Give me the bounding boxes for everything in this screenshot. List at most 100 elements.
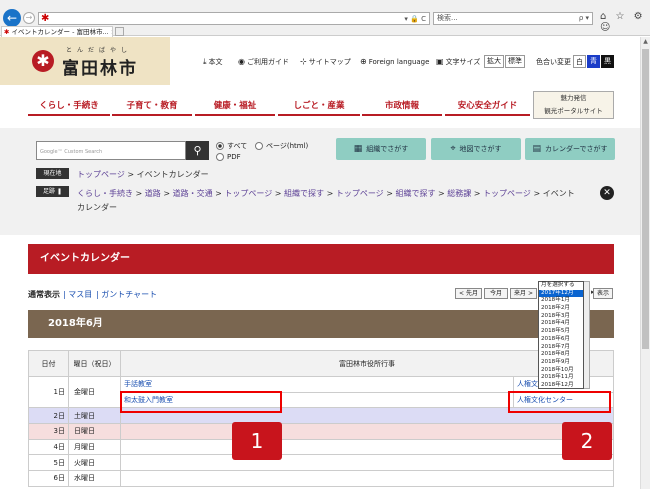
weekday-cell: 水曜日 [68, 470, 121, 487]
color-black-button[interactable]: 黒 [601, 55, 614, 68]
header-link-main[interactable]: ⤓ 本文 [203, 57, 223, 67]
event-cell [120, 423, 614, 440]
table-row: 4日 月曜日 [28, 438, 614, 456]
site-search-input[interactable]: Google™ Custom Search [36, 141, 186, 160]
month-option[interactable]: 2018年11月 [539, 374, 583, 382]
month-option[interactable]: 月を選択する [539, 282, 583, 290]
color-change-label: 色合い変更 [536, 58, 571, 66]
history-link[interactable]: トップページ [483, 189, 531, 198]
radio-page[interactable]: ページ(html) [255, 141, 308, 151]
show-button[interactable]: 表示 [593, 288, 613, 299]
breadcrumb-current: イベントカレンダー [136, 170, 209, 179]
event-link[interactable]: 手話教室 [124, 380, 152, 388]
breadcrumb-link[interactable]: トップページ [77, 170, 125, 179]
search-icon: ⚲ [193, 144, 202, 157]
next-month-button[interactable]: 来月 > [510, 288, 537, 299]
search-by-org-button[interactable]: ▦ 組織でさがす [336, 138, 426, 160]
month-option[interactable]: 2018年12月 [539, 382, 583, 390]
map-pin-icon: ⌖ [450, 144, 456, 154]
history-current: イベント [542, 189, 575, 198]
address-controls[interactable]: ▾ 🔒 C [404, 13, 426, 25]
search-by-calendar-button[interactable]: ▤ カレンダーでさがす [525, 138, 615, 160]
tab-close-icon[interactable]: × [111, 28, 112, 36]
this-month-button[interactable]: 今月 [484, 288, 508, 299]
scroll-up-icon[interactable]: ▲ [641, 37, 650, 46]
view-gantt-link[interactable]: | ガントチャート [96, 289, 157, 300]
color-blue-button[interactable]: 青 [587, 55, 600, 68]
history-link[interactable]: トップページ [336, 189, 384, 198]
header-link-sitemap[interactable]: ⊹ サイトマップ [300, 57, 351, 67]
month-option[interactable]: 2018年4月 [539, 320, 583, 328]
back-button[interactable]: ← [3, 9, 21, 27]
radio-dot [255, 142, 263, 150]
building-icon: ▦ [353, 144, 363, 154]
text-size-standard-button[interactable]: 標準 [505, 55, 525, 68]
page-scrollbar[interactable]: ▲ [640, 37, 650, 489]
highlight-box-2 [508, 391, 611, 413]
table-row: 1日 金曜日 手話教室 人権文化センター [28, 375, 614, 409]
text-size-larger-button[interactable]: 拡大 [484, 55, 504, 68]
nav-childcare[interactable]: 子育て・教育 [112, 96, 192, 116]
search-by-map-button[interactable]: ⌖ 地図でさがす [431, 138, 521, 160]
search-button[interactable]: ⚲ [186, 141, 209, 160]
header-link-foreign[interactable]: ⊕ Foreign language [360, 57, 429, 66]
month-option[interactable]: 2018年2月 [539, 305, 583, 313]
month-option[interactable]: 2018年1月 [539, 297, 583, 305]
table-header-row: 日付 曜日（祝日） 富田林市役所行事 [28, 350, 614, 377]
col-header-weekday: 曜日（祝日） [68, 350, 121, 377]
annotation-badge-1: 1 [232, 422, 282, 460]
dropdown-scrollbar[interactable] [584, 281, 590, 389]
history-link[interactable]: 組織で探す [395, 189, 435, 198]
tourism-portal-banner[interactable]: 魅力発信 観光ポータルサイト [533, 91, 614, 119]
date-cell: 4日 [28, 438, 69, 456]
color-white-button[interactable]: 白 [573, 55, 586, 68]
close-icon[interactable]: ✕ [600, 186, 614, 200]
event-cell [120, 454, 614, 472]
search-controls[interactable]: ρ ▾ [579, 13, 589, 24]
scrollbar-thumb[interactable] [642, 49, 649, 349]
browser-tab[interactable]: ✱ イベントカレンダー - 富田林市... × [1, 26, 113, 37]
month-option[interactable]: 2018年6月 [539, 336, 583, 344]
nav-city-info[interactable]: 市政情報 [362, 96, 442, 116]
history-link[interactable]: 道路・交通 [173, 189, 213, 198]
forward-button[interactable]: → [23, 12, 35, 24]
address-bar[interactable]: ✱ ▾ 🔒 C [38, 12, 430, 25]
month-option[interactable]: 2018年9月 [539, 359, 583, 367]
page-title: イベントカレンダー [28, 244, 614, 274]
radio-dot [216, 142, 224, 150]
radio-all[interactable]: すべて [216, 141, 247, 151]
month-select-dropdown[interactable]: 月を選択する 2017年12月 2018年1月 2018年2月 2018年3月 … [538, 281, 584, 389]
breadcrumb-history: くらし・手続き > 道路 > 道路・交通 > トップページ > 組織で探す > … [77, 189, 575, 212]
history-link[interactable]: 組織で探す [284, 189, 324, 198]
month-heading: 2018年6月 [28, 310, 614, 338]
browser-search-input[interactable]: 検索... ρ ▾ [433, 12, 593, 25]
breadcrumb-history-label: 足跡 ❚ [36, 186, 69, 197]
date-cell: 1日 [28, 375, 69, 409]
site-favicon-icon: ✱ [41, 13, 50, 24]
banner-line1: 魅力発信 [560, 94, 587, 102]
nav-safety[interactable]: 安心安全ガイド [445, 96, 530, 116]
header-link-guide[interactable]: ◉ ご利用ガイド [238, 57, 289, 67]
weekday-cell: 土曜日 [68, 407, 121, 425]
browser-search-placeholder: 検索... [437, 14, 458, 22]
history-link[interactable]: くらし・手続き [77, 189, 133, 198]
new-tab-button[interactable] [115, 27, 124, 36]
nav-work[interactable]: しごと・産業 [278, 96, 360, 116]
history-current-tail: カレンダー [77, 203, 117, 212]
prev-month-button[interactable]: < 先月 [455, 288, 482, 299]
history-link[interactable]: トップページ [224, 189, 272, 198]
site-logo[interactable]: 富田林市 [62, 54, 138, 79]
event-cell [120, 438, 614, 456]
history-link[interactable]: 道路 [145, 189, 161, 198]
view-grid-link[interactable]: | マス目 [63, 289, 92, 300]
browser-toolbar-icons[interactable]: ⌂ ☆ ⚙ ☺ [600, 11, 650, 33]
radio-pdf[interactable]: PDF [216, 153, 241, 161]
annotation-badge-2: 2 [562, 422, 612, 460]
table-row: 6日 水曜日 [28, 470, 614, 487]
history-link[interactable]: 総務課 [447, 189, 471, 198]
footprint-icon: ❚ [56, 188, 62, 195]
month-option[interactable]: 2018年8月 [539, 351, 583, 359]
nav-health[interactable]: 健康・福祉 [195, 96, 275, 116]
nav-living[interactable]: くらし・手続き [28, 96, 110, 116]
month-option[interactable]: 2018年5月 [539, 328, 583, 336]
